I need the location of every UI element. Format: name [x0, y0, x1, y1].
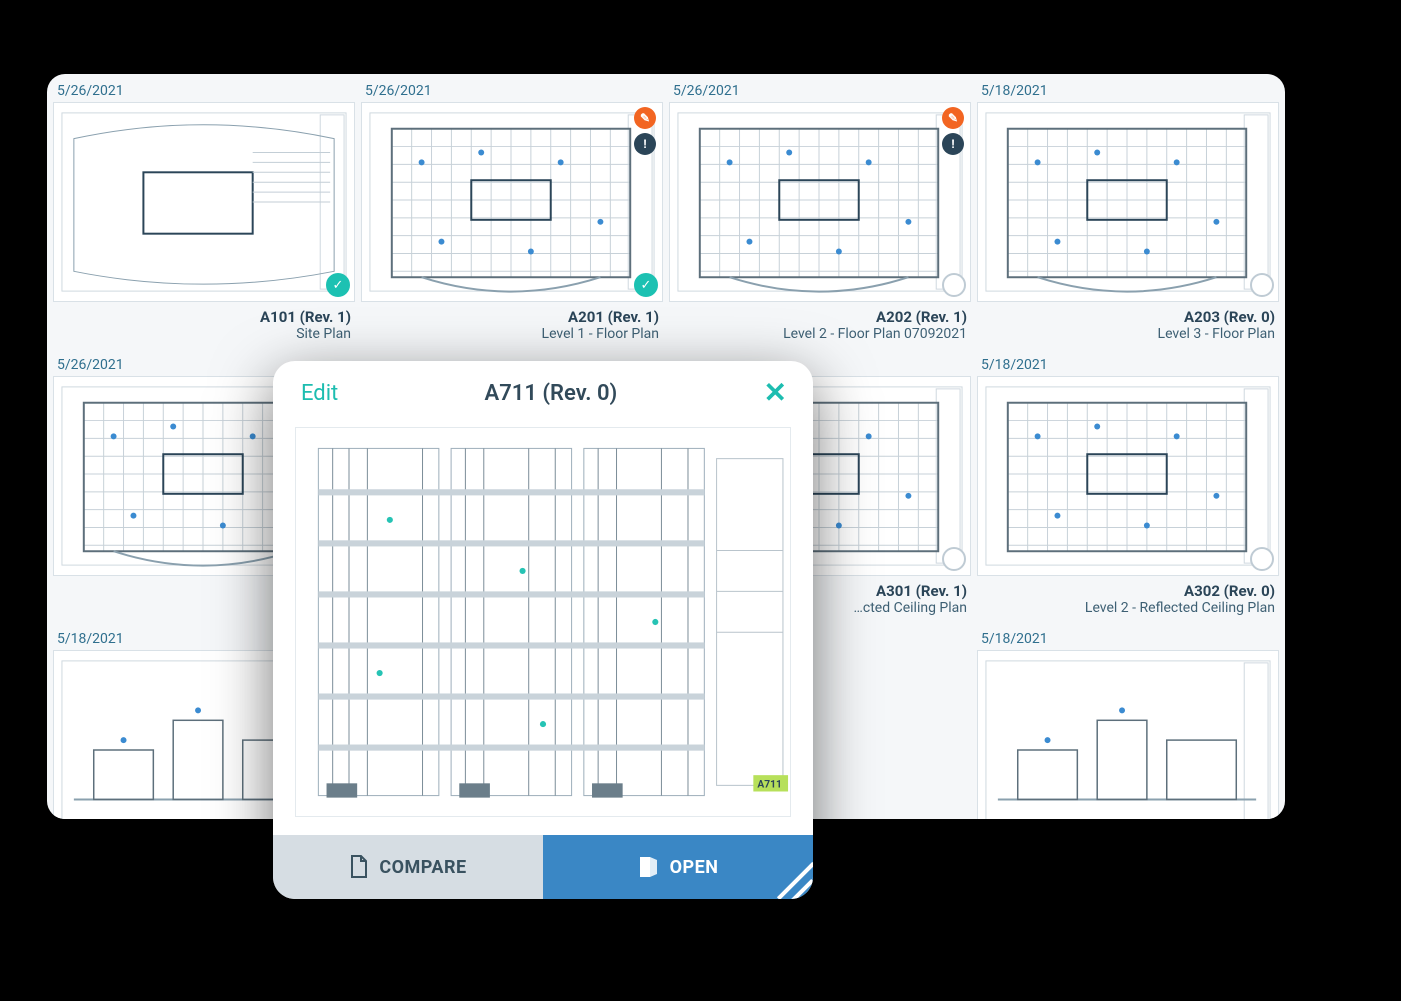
pencil-icon[interactable]: ✎: [634, 107, 656, 129]
select-toggle[interactable]: [1250, 547, 1274, 571]
open-label: OPEN: [670, 857, 719, 878]
edit-link[interactable]: Edit: [301, 381, 338, 406]
card-subtitle: Level 2 - Floor Plan 07092021: [669, 326, 971, 348]
card-title: A101 (Rev. 1): [53, 308, 355, 326]
card-subtitle: Level 3 - Floor Plan: [977, 326, 1279, 348]
close-icon[interactable]: ✕: [764, 379, 787, 407]
popup-title: A711 (Rev. 0): [485, 381, 618, 406]
card-title: A203 (Rev. 0): [977, 308, 1279, 326]
card-date: 5/18/2021: [977, 628, 1279, 650]
pencil-icon[interactable]: ✎: [942, 107, 964, 129]
compare-button[interactable]: COMPARE: [273, 835, 543, 899]
select-toggle[interactable]: ✓: [326, 273, 350, 297]
card-subtitle: Level 2 - Reflected Ceiling Plan: [977, 600, 1279, 622]
drawing-card[interactable]: 5/26/2021 ✓ A101 (Rev. 1)Site Plan: [53, 80, 355, 348]
document-icon: [349, 855, 369, 879]
card-title: A302 (Rev. 0): [977, 582, 1279, 600]
card-thumbnail[interactable]: [977, 376, 1279, 576]
drawing-preview-popup: Edit A711 (Rev. 0) ✕: [273, 361, 813, 899]
card-thumbnail[interactable]: ✎! ✓: [361, 102, 663, 302]
alert-icon[interactable]: !: [942, 133, 964, 155]
drawing-card[interactable]: 5/26/2021 ✎! ✓ A201 (Rev. 1)Level 1 - Floo…: [361, 80, 663, 348]
card-date: 5/18/2021: [977, 354, 1279, 376]
card-subtitle: Level 1 - Floor Plan: [361, 326, 663, 348]
card-date: 5/26/2021: [361, 80, 663, 102]
alert-icon[interactable]: !: [634, 133, 656, 155]
card-thumbnail[interactable]: [977, 650, 1279, 819]
drawing-card[interactable]: 5/18/2021 A203 (Rev. 0)Level 3 - Floor P…: [977, 80, 1279, 348]
select-toggle[interactable]: [942, 547, 966, 571]
svg-text:A711: A711: [757, 779, 781, 790]
open-icon: [638, 855, 660, 879]
drawing-card[interactable]: 5/18/2021 A302 (Rev. 0)Level 2 - Reflect…: [977, 354, 1279, 622]
select-toggle[interactable]: [942, 273, 966, 297]
drawing-card[interactable]: 5/18/2021: [977, 628, 1279, 819]
card-date: 5/26/2021: [669, 80, 971, 102]
select-toggle[interactable]: ✓: [634, 273, 658, 297]
drawing-card[interactable]: 5/26/2021 ✎! A202 (Rev. 1)Level 2 - Floor…: [669, 80, 971, 348]
select-toggle[interactable]: [1250, 273, 1274, 297]
compare-label: COMPARE: [379, 857, 466, 878]
card-title: A201 (Rev. 1): [361, 308, 663, 326]
card-subtitle: Site Plan: [53, 326, 355, 348]
card-thumbnail[interactable]: ✓: [53, 102, 355, 302]
card-title: A202 (Rev. 1): [669, 308, 971, 326]
card-date: 5/18/2021: [977, 80, 1279, 102]
card-date: 5/26/2021: [53, 80, 355, 102]
open-button[interactable]: OPEN: [543, 835, 813, 899]
card-thumbnail[interactable]: [977, 102, 1279, 302]
card-thumbnail[interactable]: ✎!: [669, 102, 971, 302]
popup-preview: A711: [295, 427, 791, 817]
